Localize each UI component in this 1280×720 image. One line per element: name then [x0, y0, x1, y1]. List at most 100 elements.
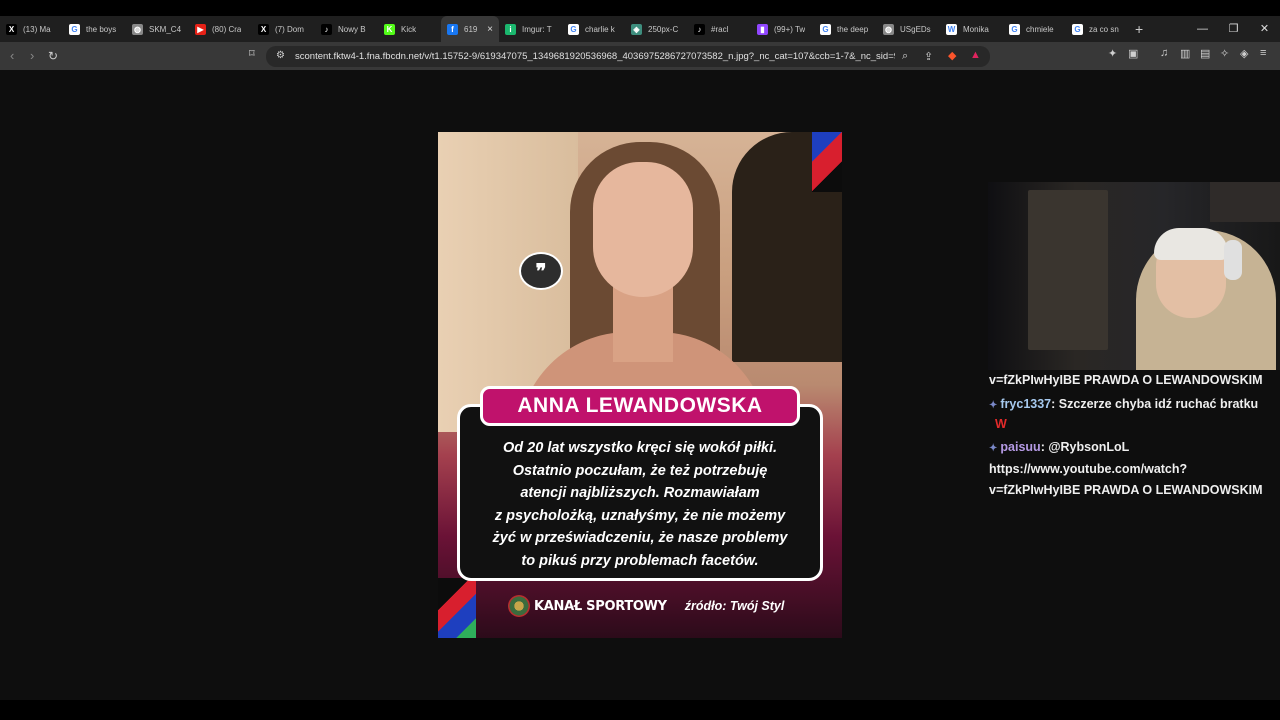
chat-message: ✦ fryc1337: Szczerze chyba idź ruchać bra…	[989, 394, 1280, 416]
kanal-sportowy-logo-icon	[508, 595, 530, 617]
tab-title: Kick	[401, 24, 417, 34]
media-icon[interactable]: ♫	[1160, 47, 1168, 59]
quote-line: to pikuś przy problemach facetów.	[521, 552, 759, 569]
url-text[interactable]: scontent.fktw4-1.fna.fbcdn.net/v/t1.1575…	[295, 51, 895, 62]
share-icon[interactable]: ⇪	[924, 50, 933, 63]
brave-rewards-icon[interactable]: ▲	[970, 49, 981, 61]
back-icon[interactable]: ‹	[10, 48, 14, 64]
chat-line: https://www.youtube.com/watch?	[989, 462, 1188, 476]
webcam-shelf	[1210, 182, 1280, 222]
vpn-icon[interactable]: ◈	[1240, 47, 1248, 60]
tab-8[interactable]: i Imgur: T	[499, 16, 562, 42]
close-window-icon[interactable]: ✕	[1249, 16, 1280, 42]
source-credit: źródło: Twój Styl	[684, 599, 785, 613]
youtube-icon: ▶	[195, 23, 206, 35]
tab-12[interactable]: ▮ (99+) Tw	[751, 16, 814, 42]
brave-shield-icon[interactable]: ◆	[948, 49, 956, 62]
webcam-window	[1028, 190, 1108, 350]
wallet2-icon[interactable]: ▤	[1200, 47, 1210, 60]
bottom-bar	[0, 700, 1280, 720]
tab-title: Imgur: T	[522, 24, 552, 34]
tiktok-icon: ♪	[694, 23, 705, 35]
site-info-icon[interactable]: ⚙	[276, 50, 285, 61]
tab-title: #racl	[711, 24, 729, 34]
quote-line: z psycholożką, uznałyśmy, że nie możemy	[494, 507, 786, 524]
tab-0[interactable]: X (13) Ma	[0, 16, 63, 42]
tab-title: (7) Dom	[275, 24, 304, 34]
quote-text: Od 20 lat wszystko kręci się wokół piłki…	[472, 437, 808, 572]
chat-badge-icon: ✦	[989, 400, 998, 411]
headset-icon	[1224, 240, 1242, 280]
twitch-icon: ▮	[757, 23, 768, 35]
tab-13[interactable]: Gthe deep	[814, 16, 877, 42]
sidebar-icon[interactable]: ▥	[1180, 47, 1190, 60]
forward-icon[interactable]: ›	[30, 48, 34, 64]
menu-icon[interactable]: ≡	[1260, 47, 1266, 59]
tab-6[interactable]: K Kick	[378, 16, 441, 42]
tab-11[interactable]: ♪ #racl	[688, 16, 751, 42]
x-icon: X	[258, 23, 269, 35]
tab-title: the deep	[837, 24, 869, 34]
leo-icon[interactable]: ✧	[1220, 47, 1229, 60]
browser-toolbar: ‹ › ↻ ⌑ ⚙ scontent.fktw4-1.fna.fbcdn.net…	[0, 42, 1280, 70]
kick-icon: K	[384, 23, 395, 35]
new-tab-icon[interactable]: +	[1135, 21, 1143, 37]
chat-line: v=fZkPIwHyIBE PRAWDA O LEWANDOWSKIM	[989, 373, 1263, 387]
tab-title: 250px-C	[648, 24, 679, 34]
zoom-icon[interactable]: ⌕	[902, 50, 908, 63]
tab-9[interactable]: Gcharlie k	[562, 16, 625, 42]
tab-title: chmiele	[1026, 24, 1054, 34]
tab-15[interactable]: W Monika	[940, 16, 1003, 42]
post-footer: KANAŁ SPORTOWY źródło: Twój Styl	[508, 594, 808, 618]
tab-title: SKM_C4	[149, 24, 182, 34]
streamer-hair	[1154, 228, 1228, 260]
chat-badge-icon: ✦	[989, 443, 998, 454]
chat-line: v=fZkPIwHyIBE PRAWDA O LEWANDOWSKIM	[989, 483, 1263, 497]
facebook-icon: f	[447, 23, 458, 35]
corner-stripes-top	[812, 132, 842, 192]
chat-username: paisuu	[1000, 440, 1041, 454]
tiktok-icon: ♪	[321, 23, 332, 35]
chat-overlay: v=fZkPIwHyIBE PRAWDA O LEWANDOWSKIM ✦ fry…	[989, 370, 1280, 501]
wallet-icon[interactable]: ▣	[1128, 47, 1138, 60]
quote-line: Ostatnio poczułam, że też potrzebuję	[512, 462, 768, 479]
quote-line: Od 20 lat wszystko kręci się wokół piłki…	[503, 440, 777, 456]
chat-text: : Szczerze chyba idź ruchać bratku	[1051, 397, 1259, 411]
close-tab-icon[interactable]: ×	[487, 24, 493, 35]
tab-7[interactable]: f 619 ×	[441, 16, 499, 42]
minimize-icon[interactable]: —	[1187, 16, 1218, 42]
tab-3[interactable]: ▶ (80) Cra	[189, 16, 252, 42]
google-icon: G	[820, 23, 831, 35]
logo-text: KANAŁ SPORTOWY	[534, 598, 667, 614]
tab-17[interactable]: Gza co sn	[1066, 16, 1129, 42]
tab-title: charlie k	[585, 24, 615, 34]
tab-10[interactable]: ◈ 250px-C	[625, 16, 688, 42]
top-strip	[0, 0, 1280, 16]
quote-box: Od 20 lat wszystko kręci się wokół piłki…	[457, 404, 823, 581]
quote-bubble-icon: ❞	[519, 252, 563, 290]
globe-icon: ◍	[883, 23, 894, 35]
address-bar[interactable]: ⚙ scontent.fktw4-1.fna.fbcdn.net/v/t1.15…	[266, 46, 990, 67]
webcam-overlay	[988, 182, 1280, 370]
google-icon: G	[1072, 23, 1083, 35]
google-icon: G	[568, 23, 579, 35]
quote-line: atencji najbliższych. Rozmawiałam	[520, 485, 760, 501]
name-banner: ANNA LEWANDOWSKA	[480, 386, 800, 426]
window-controls: — ❐ ✕	[1187, 16, 1280, 42]
tab-title: 619	[464, 24, 478, 34]
tab-title: Nowy B	[338, 24, 366, 34]
tab-16[interactable]: Gchmiele	[1003, 16, 1066, 42]
tab-14[interactable]: ◍ USgEDs	[877, 16, 940, 42]
tab-1[interactable]: Gthe boys	[63, 16, 126, 42]
chat-text: : @RybsonLoL	[1040, 440, 1130, 454]
reload-icon[interactable]: ↻	[48, 48, 58, 64]
tab-5[interactable]: ♪ Nowy B	[315, 16, 378, 42]
bookmark-icon[interactable]: ⌑	[249, 47, 255, 60]
tab-2[interactable]: ◍ SKM_C4	[126, 16, 189, 42]
tab-title: za co sn	[1089, 24, 1119, 34]
person-face	[593, 162, 693, 297]
post-image[interactable]: ❞ ANNA LEWANDOWSKA Od 20 lat wszystko kr…	[438, 132, 842, 638]
tab-4[interactable]: X (7) Dom	[252, 16, 315, 42]
extensions-icon[interactable]: ✦	[1108, 47, 1117, 60]
maximize-icon[interactable]: ❐	[1218, 16, 1249, 42]
